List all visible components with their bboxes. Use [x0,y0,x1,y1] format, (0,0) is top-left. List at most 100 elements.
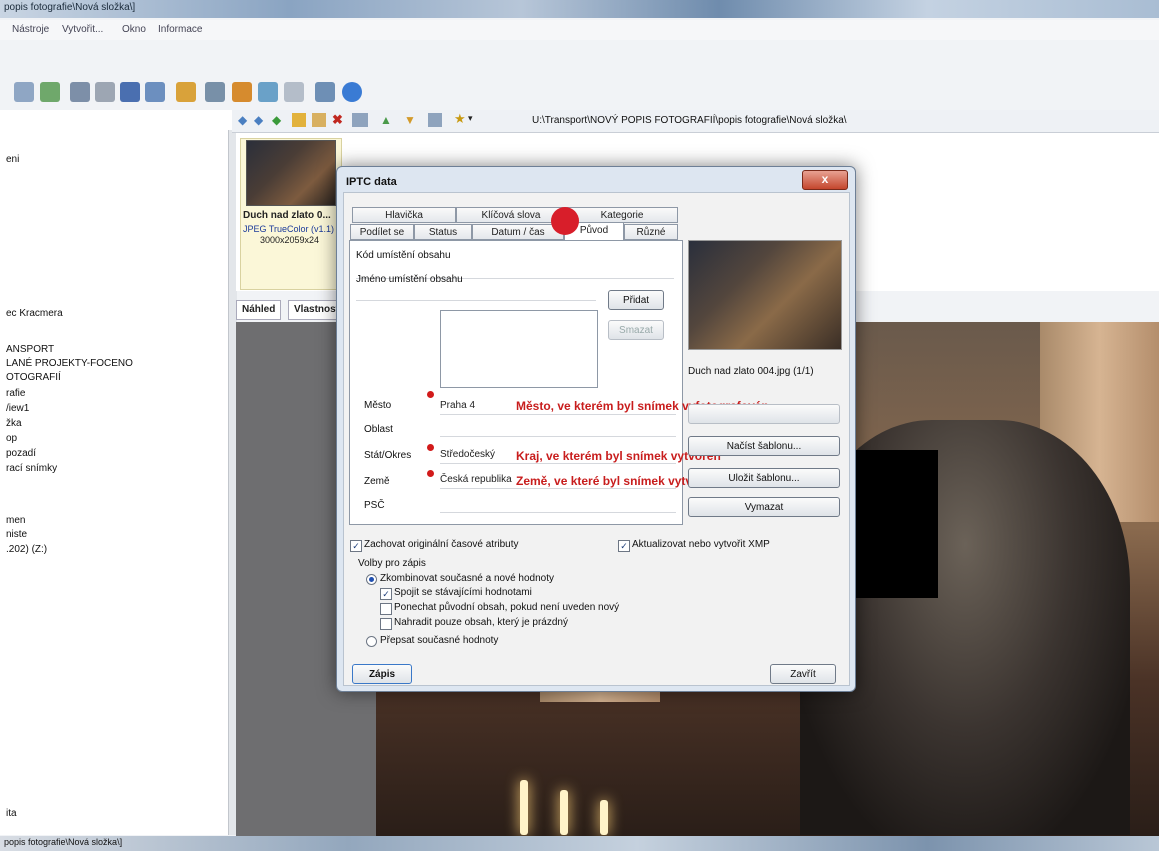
candle [600,800,608,835]
psc-field[interactable] [440,496,676,513]
smazat-button[interactable]: Smazat [608,320,664,340]
xmp-checkbox[interactable]: ✓ [618,540,630,552]
find-icon[interactable] [70,82,90,102]
mesto-label: Město [364,400,392,411]
combine-label: Zkombinovat současné a nové hodnoty [380,573,554,584]
tree-item[interactable]: ANSPORT [6,344,54,355]
xmp-label: Aktualizovat nebo vytvořit XMP [632,539,770,550]
document-icon[interactable] [284,82,304,102]
address-bar: ◆ ◆ ◆ ✖ ▲ ▼ ★ ▾ U:\Transport\NOVÝ POPIS … [232,110,1159,133]
tree-item[interactable]: pozadí [6,448,36,459]
path-field[interactable]: U:\Transport\NOVÝ POPIS FOTOGRAFIÍ\popis… [532,115,847,126]
zavrit-button[interactable]: Zavřít [770,664,836,684]
batch-icon[interactable] [145,82,165,102]
status-text: popis fotografie\Nová složka\] [4,837,123,847]
dialog-title: IPTC data [346,176,397,188]
replace-empty-checkbox[interactable] [380,618,392,630]
write-options-label: Volby pro zápis [358,558,426,569]
menu-nastroje[interactable]: Nástroje [12,24,49,35]
print-icon[interactable] [95,82,115,102]
pridat-button[interactable]: Přidat [608,290,664,310]
stat-okres-label: Stát/Okres [364,450,412,461]
tab-datum-cas[interactable]: Datum / čas [472,224,564,240]
filter-icon[interactable]: ▼ [404,113,416,127]
tree-item[interactable]: .202) (Z:) [6,544,47,555]
tree-item[interactable]: niste [6,529,27,540]
nav-buttons[interactable] [688,404,840,424]
sort-icon[interactable]: ▲ [380,113,392,127]
nacist-sablonu-button[interactable]: Načíst šablonu... [688,436,840,456]
tab-status[interactable]: Status [414,224,472,240]
tab-podilet-se[interactable]: Podílet se [350,224,414,240]
zapis-button[interactable]: Zápis [352,664,412,684]
vymazat-button[interactable]: Vymazat [688,497,840,517]
overwrite-label: Přepsat současné hodnoty [380,635,499,646]
tree-item[interactable]: /iew1 [6,403,29,414]
keep-orig-checkbox[interactable] [380,603,392,615]
tree-item[interactable]: LANÉ PROJEKTY-FOCENO [6,358,133,369]
tab-kategorie[interactable]: Kategorie [566,207,678,223]
scan-icon[interactable] [14,82,34,102]
up-icon[interactable]: ◆ [272,113,281,127]
marker-dot [427,444,434,451]
title-bar: popis fotografie\Nová složka\] [0,0,1159,18]
overwrite-radio[interactable] [366,636,377,647]
tab-klicova-slova[interactable]: Klíčová slova [456,207,566,223]
tree-item[interactable]: ec Kracmera [6,308,63,319]
delete-icon[interactable]: ✖ [332,112,343,128]
tab-ruzne[interactable]: Různé [624,224,678,240]
slideshow-icon[interactable] [120,82,140,102]
tree-item[interactable]: op [6,433,17,444]
thumbnail-format: JPEG TrueColor (v1.1) [243,224,335,234]
menu-informace[interactable]: Informace [158,24,202,35]
screen-icon[interactable] [205,82,225,102]
join-checkbox[interactable]: ✓ [380,588,392,600]
oblast-field[interactable] [440,420,676,437]
view-icon[interactable] [352,113,368,127]
tab-nahled[interactable]: Náhled [236,300,282,320]
menu-vytvorit[interactable]: Vytvořit... [62,24,103,35]
menu-okno[interactable]: Okno [122,24,146,35]
tree-item[interactable]: eni [6,154,19,165]
new-folder-icon[interactable] [292,113,306,127]
tree-item[interactable]: žka [6,418,22,429]
import-icon[interactable] [40,82,60,102]
jmeno-umisteni-field[interactable] [356,284,596,301]
dialog-image-preview [688,240,842,350]
status-bar: popis fotografie\Nová složka\] [0,836,1159,851]
folder-icon[interactable] [176,82,196,102]
info-icon[interactable] [342,82,362,102]
keep-time-checkbox[interactable]: ✓ [350,540,362,552]
tab-hlavicka[interactable]: Hlavička [352,207,456,223]
web-icon[interactable] [232,82,252,102]
tree-item[interactable]: rafie [6,388,25,399]
thumbnail-name: Duch nad zlato 0... [243,210,331,221]
rename-icon[interactable] [312,113,326,127]
menu-bar: Nástroje Vytvořit... Okno Informace [0,20,1159,40]
preview-tabs: Náhled Vlastnost [236,300,346,322]
main-toolbar [0,78,1159,108]
close-button[interactable]: x [802,170,848,190]
tree-item[interactable]: OTOGRAFIÍ [6,372,61,383]
redaction-box [848,450,938,598]
combine-radio[interactable] [366,574,377,585]
tree-item[interactable]: ita [6,808,17,819]
chevron-down-icon[interactable]: ▾ [468,113,473,124]
zeme-label: Země [364,476,390,487]
join-label: Spojit se stávajícími hodnotami [394,587,532,598]
psc-label: PSČ [364,500,385,511]
favorites-icon[interactable]: ★ [454,111,466,127]
email-icon[interactable] [258,82,278,102]
window-title: popis fotografie\Nová složka\] [4,2,136,13]
tree-item[interactable]: men [6,515,25,526]
refresh-icon[interactable] [428,113,442,127]
forward-icon[interactable]: ◆ [254,113,263,127]
thumbnail-image[interactable] [246,140,336,206]
back-icon[interactable]: ◆ [238,113,247,127]
thumbnail-size: 3000x2059x24 [260,235,320,245]
settings-icon[interactable] [315,82,335,102]
location-list[interactable] [440,310,598,388]
cursor-highlight [551,207,579,235]
tree-item[interactable]: rací snímky [6,463,57,474]
ulozit-sablonu-button[interactable]: Uložit šablonu... [688,468,840,488]
